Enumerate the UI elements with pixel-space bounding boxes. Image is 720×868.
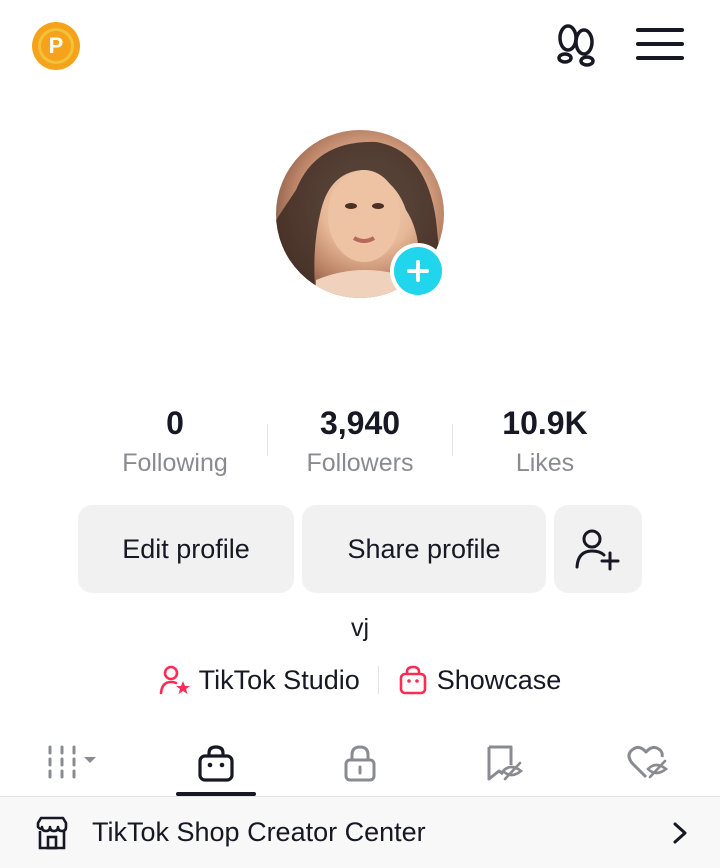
stat-following[interactable]: 0 Following [85, 404, 265, 478]
menu-icon[interactable] [636, 28, 684, 64]
heart-hidden-icon [627, 745, 669, 779]
tab-private[interactable] [288, 730, 432, 796]
showcase-label: Showcase [436, 664, 562, 695]
plus-icon [394, 247, 442, 295]
showcase-link[interactable]: Showcase [397, 664, 562, 696]
stat-label: Followers [306, 449, 414, 477]
stat-value: 10.9K [502, 405, 588, 441]
stat-followers[interactable]: 3,940 Followers [270, 404, 450, 478]
tiktok-studio-link[interactable]: TikTok Studio [159, 664, 360, 696]
showcase-bag-icon [399, 665, 427, 695]
stat-likes[interactable]: 10.9K Likes [455, 404, 635, 478]
studio-person-star-icon [159, 665, 190, 695]
share-profile-button[interactable]: Share profile [302, 505, 546, 593]
shop-creator-center-label: TikTok Shop Creator Center [92, 817, 426, 847]
add-friends-button[interactable] [554, 505, 642, 593]
menu-bar [636, 56, 684, 60]
bookmark-hidden-icon [487, 745, 524, 781]
stat-value: 3,940 [319, 405, 401, 441]
add-user-icon [575, 529, 620, 571]
points-badge[interactable]: P [32, 22, 80, 70]
footprint-icon[interactable] [552, 24, 600, 68]
chevron-right-icon [673, 822, 687, 844]
stat-label: Following [122, 449, 228, 477]
profile-links: TikTok Studio Showcase [0, 660, 720, 700]
menu-bar [636, 28, 684, 32]
tab-videos[interactable] [0, 730, 144, 796]
shopping-bag-icon [198, 745, 234, 782]
tiktok-studio-label: TikTok Studio [198, 664, 360, 695]
shop-creator-center-row[interactable]: TikTok Shop Creator Center [0, 797, 720, 868]
menu-bar [636, 42, 684, 46]
storefront-icon [36, 816, 68, 849]
points-badge-letter: P [38, 28, 74, 64]
lock-icon [344, 745, 376, 782]
tab-liked[interactable] [576, 730, 720, 796]
stat-divider [267, 424, 268, 456]
edit-profile-button[interactable]: Edit profile [78, 505, 294, 593]
content-tabs [0, 730, 720, 796]
grid-columns-icon [48, 745, 96, 779]
link-divider [377, 666, 379, 694]
profile-handle: vj [350, 614, 370, 642]
stat-value: 0 [166, 405, 184, 441]
stat-label: Likes [515, 449, 575, 477]
tab-saved[interactable] [432, 730, 576, 796]
stat-divider [452, 424, 453, 456]
tab-shop[interactable] [144, 730, 288, 796]
add-avatar-button[interactable] [390, 243, 446, 299]
